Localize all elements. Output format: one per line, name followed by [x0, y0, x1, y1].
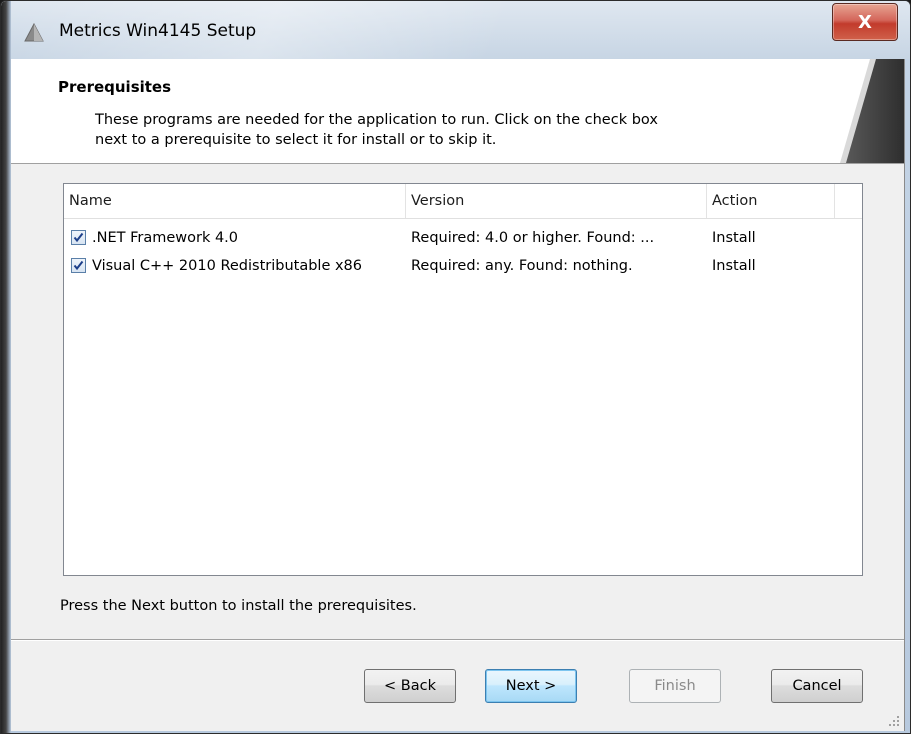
prerequisite-name: .NET Framework 4.0 [92, 230, 239, 246]
close-button[interactable]: X [832, 3, 898, 41]
page-title: Prerequisites [58, 78, 172, 96]
window-left-border [1, 1, 11, 733]
prerequisite-action: Install [712, 258, 756, 274]
prerequisite-version: Required: 4.0 or higher. Found: ... [411, 230, 655, 246]
prerequisite-action: Install [712, 230, 756, 246]
column-header-action[interactable]: Action [707, 184, 835, 218]
resize-grip-icon[interactable] [888, 715, 900, 727]
list-item[interactable]: Visual C++ 2010 Redistributable x86 Requ… [64, 252, 862, 280]
cancel-button[interactable]: Cancel [771, 669, 863, 703]
footer-separator [11, 639, 904, 641]
app-icon [24, 22, 44, 42]
checkmark-icon [73, 232, 84, 243]
list-header: Name Version Action [64, 184, 862, 219]
back-button[interactable]: < Back [364, 669, 456, 703]
list-item[interactable]: .NET Framework 4.0 Required: 4.0 or high… [64, 224, 862, 252]
instruction-text: Press the Next button to install the pre… [60, 598, 417, 614]
title-bar[interactable]: Metrics Win4145 Setup X [1, 1, 910, 59]
window-title: Metrics Win4145 Setup [59, 21, 257, 41]
wizard-body: Prerequisites These programs are needed … [11, 59, 905, 731]
column-header-name[interactable]: Name [64, 184, 406, 218]
finish-button[interactable]: Finish [629, 669, 721, 703]
page-description: These programs are needed for the applic… [95, 110, 775, 150]
prerequisites-list[interactable]: Name Version Action .NET Framework 4.0 R… [63, 183, 863, 576]
prerequisite-version: Required: any. Found: nothing. [411, 258, 633, 274]
prerequisite-name: Visual C++ 2010 Redistributable x86 [92, 258, 363, 274]
page-description-line-1: These programs are needed for the applic… [95, 112, 658, 128]
checkmark-icon [73, 260, 84, 271]
next-button[interactable]: Next > [485, 669, 577, 703]
page-description-line-2: next to a prerequisite to select it for … [95, 132, 497, 148]
prerequisite-checkbox[interactable] [71, 230, 86, 245]
header-banner: Prerequisites These programs are needed … [11, 59, 904, 164]
column-header-version[interactable]: Version [406, 184, 707, 218]
setup-window: Metrics Win4145 Setup X Prerequisites Th… [0, 0, 911, 734]
close-icon: X [858, 11, 872, 33]
prerequisite-checkbox[interactable] [71, 258, 86, 273]
banner-graphic [840, 59, 904, 163]
